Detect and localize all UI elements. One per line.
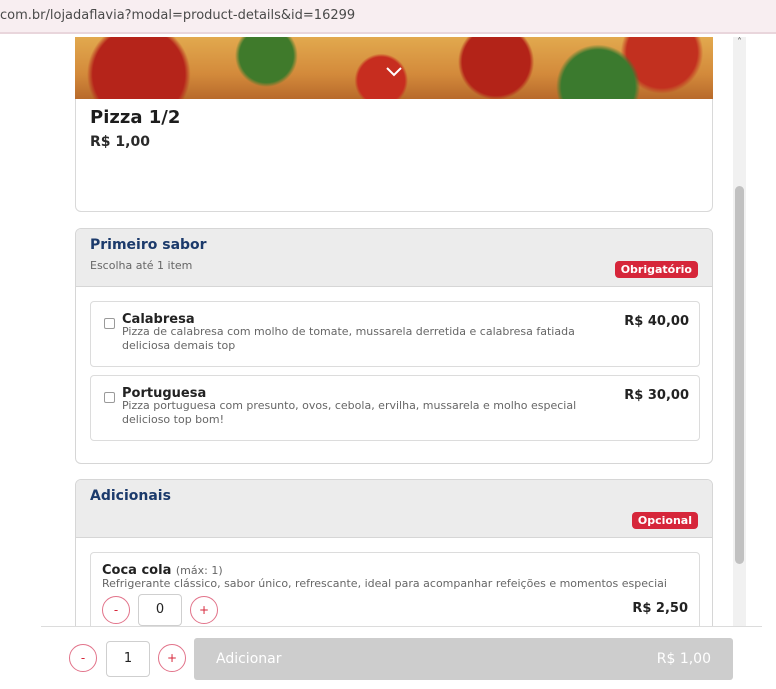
chevron-up-icon[interactable]: ˄ [735, 38, 744, 48]
option-group-title: Primeiro sabor [90, 237, 207, 253]
chevron-down-icon[interactable] [385, 63, 403, 81]
product-image [75, 37, 713, 99]
scrollbar-thumb[interactable] [735, 186, 744, 564]
option-group-header: Adicionais Opcional [76, 480, 712, 538]
option-group-subtitle: Escolha até 1 item [90, 259, 193, 272]
required-badge: Obrigatório [614, 261, 698, 278]
addon-decrease-button[interactable]: - [102, 596, 130, 624]
add-button-total: R$ 1,00 [656, 651, 711, 667]
addon-price: R$ 2,50 [632, 601, 688, 616]
quantity-increase-button[interactable]: + [158, 644, 186, 672]
product-price: R$ 1,00 [90, 134, 150, 150]
quantity-decrease-button[interactable]: - [69, 644, 97, 672]
modal-footer: - 1 + Adicionar R$ 1,00 [41, 626, 762, 689]
optional-badge: Opcional [631, 512, 698, 529]
addon-description: Refrigerante clássico, sabor único, refr… [102, 577, 667, 590]
product-name: Pizza 1/2 [90, 107, 181, 128]
modal-scrollbar[interactable]: ˄ [733, 37, 746, 627]
option-checkbox[interactable] [104, 318, 115, 329]
option-item-portuguesa[interactable]: Portuguesa Pizza portuguesa com presunto… [90, 375, 700, 441]
option-group-primeiro-sabor: Primeiro sabor Escolha até 1 item Obriga… [75, 228, 713, 464]
addon-increase-button[interactable]: + [190, 596, 218, 624]
option-item-calabresa[interactable]: Calabresa Pizza de calabresa com molho d… [90, 301, 700, 367]
addon-max: (máx: 1) [175, 564, 223, 577]
add-button-label: Adicionar [216, 651, 282, 667]
browser-address-bar[interactable]: com.br/lojadaflavia?modal=product-detail… [0, 0, 776, 34]
option-price: R$ 40,00 [624, 314, 689, 329]
option-group-header: Primeiro sabor Escolha até 1 item Obriga… [76, 229, 712, 287]
option-group-adicionais: Adicionais Opcional Coca cola (máx: 1) R… [75, 479, 713, 639]
addon-quantity[interactable]: 0 [138, 594, 182, 626]
add-to-cart-button[interactable]: Adicionar R$ 1,00 [194, 638, 733, 680]
option-description: Pizza portuguesa com presunto, ovos, ceb… [122, 399, 577, 426]
product-header-card: Pizza 1/2 R$ 1,00 [75, 99, 713, 212]
option-group-title: Adicionais [90, 488, 171, 504]
option-price: R$ 30,00 [624, 388, 689, 403]
addon-item-coca-cola: Coca cola (máx: 1) Refrigerante clássico… [90, 552, 700, 632]
option-checkbox[interactable] [104, 392, 115, 403]
url-text[interactable]: com.br/lojadaflavia?modal=product-detail… [0, 8, 355, 23]
quantity-input[interactable]: 1 [106, 641, 150, 677]
addon-name-text: Coca cola [102, 563, 172, 578]
option-description: Pizza de calabresa com molho de tomate, … [122, 325, 575, 352]
addon-name: Coca cola (máx: 1) [102, 563, 223, 578]
